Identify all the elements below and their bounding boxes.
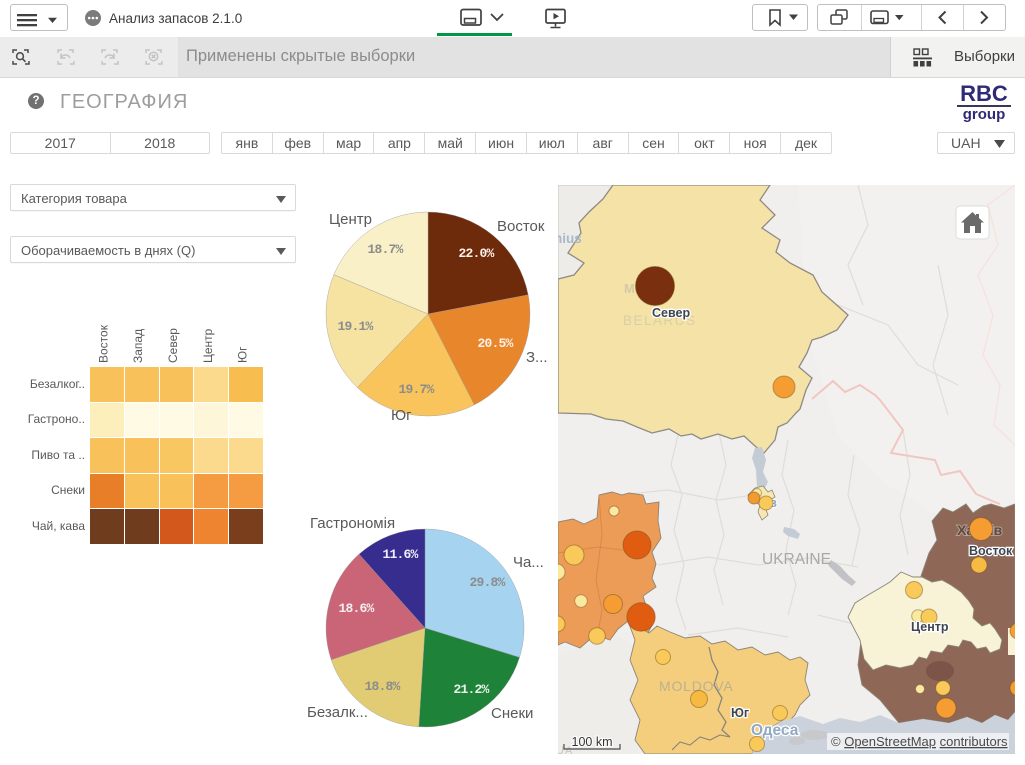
svg-text:19.7%: 19.7% (398, 382, 434, 397)
svg-text:100 km: 100 km (572, 735, 613, 749)
svg-text:nius: nius (558, 231, 582, 246)
svg-text:UKRAINE: UKRAINE (762, 551, 831, 568)
svg-text:Восток: Восток (497, 218, 545, 235)
svg-text:М: М (624, 281, 635, 296)
svg-text:Юг: Юг (391, 407, 412, 424)
svg-text:Гастрономія: Гастрономія (310, 515, 395, 532)
svg-text:Восток: Восток (969, 544, 1013, 558)
svg-text:Снеки: Снеки (491, 705, 533, 722)
svg-text:22.0%: 22.0% (458, 246, 494, 261)
svg-text:Центр: Центр (329, 211, 372, 228)
svg-text:Центр: Центр (911, 620, 949, 634)
svg-text:21.2%: 21.2% (453, 682, 489, 697)
svg-text:© OpenStreetMap contributors: © OpenStreetMap contributors (831, 734, 1008, 749)
svg-text:18.8%: 18.8% (364, 679, 400, 694)
svg-text:Безалк...: Безалк... (307, 704, 368, 721)
svg-text:18.7%: 18.7% (367, 242, 403, 257)
svg-text:Юг: Юг (731, 706, 749, 720)
svg-text:19.1%: 19.1% (337, 319, 373, 334)
svg-text:29.8%: 29.8% (469, 575, 505, 590)
svg-text:11.6%: 11.6% (382, 547, 418, 562)
svg-text:Ча...: Ча... (513, 554, 544, 571)
svg-text:З...: З... (526, 349, 548, 366)
svg-text:Север: Север (652, 306, 690, 320)
svg-text:20.5%: 20.5% (477, 336, 513, 351)
svg-text:18.6%: 18.6% (338, 601, 374, 616)
